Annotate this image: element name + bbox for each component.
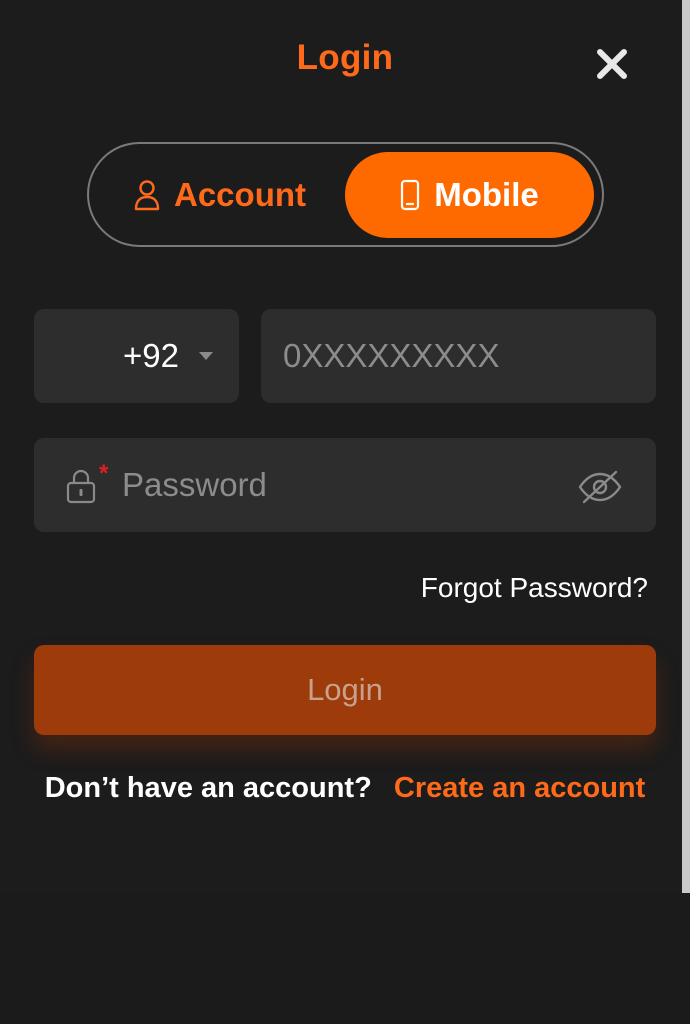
phone-input[interactable] [283, 309, 643, 403]
login-method-switcher: Account Mobile [87, 142, 604, 247]
signup-row: Don’t have an account? Create an account [0, 772, 690, 805]
required-marker: * [99, 460, 109, 487]
tab-account[interactable]: Account [97, 152, 343, 238]
password-field: * [34, 438, 656, 532]
close-icon [597, 49, 627, 79]
caret-down-icon [199, 352, 213, 360]
create-account-link[interactable]: Create an account [394, 772, 645, 804]
tab-account-label: Account [174, 176, 306, 213]
phone-field [261, 309, 656, 403]
login-button[interactable]: Login [34, 645, 656, 735]
login-modal: Login Account Mobile +92 0XXXXXXXXX * Fo… [0, 0, 682, 893]
no-account-text: Don’t have an account? [44, 772, 372, 804]
country-code-value: +92 [123, 337, 179, 374]
tab-mobile-label: Mobile [434, 176, 539, 213]
password-input[interactable] [122, 438, 552, 532]
tab-mobile[interactable]: Mobile [345, 152, 594, 238]
user-icon [134, 179, 160, 211]
mobile-phone-icon [400, 179, 420, 211]
close-button[interactable] [592, 44, 632, 84]
scrollbar[interactable] [682, 0, 690, 893]
page-background [0, 893, 690, 1024]
lock-icon [66, 469, 96, 504]
forgot-password-link[interactable]: Forgot Password? [421, 572, 648, 604]
country-code-select[interactable]: +92 [34, 309, 239, 403]
eye-off-icon[interactable] [576, 468, 624, 506]
modal-title: Login [296, 38, 394, 77]
